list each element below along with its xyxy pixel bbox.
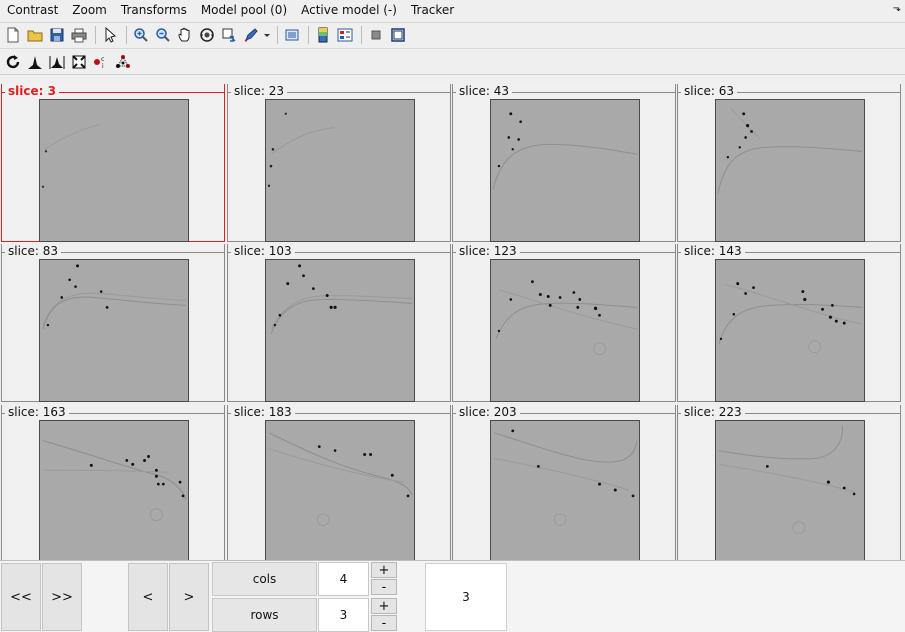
slice-cell[interactable]: slice: 83 <box>1 244 225 402</box>
histogram-range-icon[interactable] <box>47 52 67 72</box>
menu-contrast[interactable]: Contrast <box>0 0 65 21</box>
cols-label: cols <box>212 562 317 596</box>
secondary-toolbar: ci <box>0 48 905 75</box>
menu-zoom[interactable]: Zoom <box>65 0 114 21</box>
slice-label: slice: 123 <box>456 244 520 259</box>
fit-icon[interactable] <box>69 52 89 72</box>
pointer-icon[interactable] <box>100 25 120 45</box>
zoom-out-icon[interactable] <box>153 25 173 45</box>
menu-active-model[interactable]: Active model (-) <box>294 0 404 21</box>
slice-image[interactable] <box>265 420 415 563</box>
slice-cell[interactable]: slice: 3 <box>1 84 225 242</box>
rows-increment-button[interactable]: + <box>371 598 397 614</box>
navigation-panel: << >> < > cols 4 + - rows 3 + - 3 <box>0 560 905 632</box>
zoom-in-icon[interactable] <box>131 25 151 45</box>
current-slice-field[interactable]: 3 <box>425 563 507 631</box>
save-icon[interactable] <box>47 25 67 45</box>
pan-hand-icon[interactable] <box>175 25 195 45</box>
slice-image[interactable] <box>715 99 865 242</box>
panel-layout-icon[interactable] <box>335 25 355 45</box>
menu-model-pool[interactable]: Model pool (0) <box>194 0 294 21</box>
slice-cell[interactable]: slice: 43 <box>452 84 676 242</box>
rows-decrement-button[interactable]: - <box>371 615 397 631</box>
refresh-icon[interactable] <box>3 52 23 72</box>
last-page-button[interactable]: >> <box>42 563 82 631</box>
slice-label: slice: 23 <box>231 84 288 99</box>
toolbar-divider <box>308 26 309 44</box>
slice-image[interactable] <box>490 420 640 563</box>
slice-cell[interactable]: slice: 203 <box>452 405 676 563</box>
pen-tool-icon[interactable] <box>241 25 261 45</box>
slice-cell[interactable]: slice: 123 <box>452 244 676 402</box>
slice-cell[interactable]: slice: 23 <box>227 84 451 242</box>
slice-cell[interactable]: slice: 103 <box>227 244 451 402</box>
slice-label: slice: 163 <box>5 405 69 420</box>
snapshot-icon[interactable] <box>282 25 302 45</box>
slice-label: slice: 43 <box>456 84 513 99</box>
molecule-icon[interactable] <box>113 52 133 72</box>
slice-cell[interactable]: slice: 223 <box>677 405 901 563</box>
menu-bar: Contrast Zoom Transforms Model pool (0) … <box>0 0 905 21</box>
new-icon[interactable] <box>3 25 23 45</box>
slice-image[interactable] <box>490 259 640 402</box>
rows-input[interactable]: 3 <box>318 598 369 632</box>
print-icon[interactable] <box>69 25 89 45</box>
tool-dropdown-icon[interactable] <box>263 25 271 45</box>
slice-grid: slice: 3 slice: 23 slice: 43 slice: 63 s… <box>0 77 905 563</box>
color-bar-icon[interactable] <box>313 25 333 45</box>
toolbar-divider <box>361 26 362 44</box>
slice-cell[interactable]: slice: 163 <box>1 405 225 563</box>
slice-image[interactable] <box>490 99 640 242</box>
main-toolbar <box>0 22 905 47</box>
cols-decrement-button[interactable]: - <box>371 579 397 595</box>
toolbar-divider <box>277 26 278 44</box>
slice-image[interactable] <box>39 99 189 242</box>
slice-cell[interactable]: slice: 63 <box>677 84 901 242</box>
first-page-button[interactable]: << <box>1 563 41 631</box>
slice-label: slice: 63 <box>681 84 738 99</box>
add-marker-icon[interactable] <box>219 25 239 45</box>
toolbar-divider <box>126 26 127 44</box>
slice-label: slice: 143 <box>681 244 745 259</box>
frame-icon[interactable] <box>388 25 408 45</box>
rotate-view-icon[interactable] <box>197 25 217 45</box>
slice-label: slice: 223 <box>681 405 745 420</box>
slice-label: slice: 83 <box>5 244 62 259</box>
menu-transforms[interactable]: Transforms <box>114 0 194 21</box>
model-points-icon[interactable]: ci <box>91 52 111 72</box>
rows-label: rows <box>212 598 317 632</box>
slice-image[interactable] <box>715 259 865 402</box>
menu-tracker[interactable]: Tracker <box>404 0 461 21</box>
toolbar-divider <box>95 26 96 44</box>
open-icon[interactable] <box>25 25 45 45</box>
svg-text:c: c <box>101 56 104 63</box>
slice-image[interactable] <box>715 420 865 563</box>
slice-image[interactable] <box>39 259 189 402</box>
histogram-icon[interactable] <box>25 52 45 72</box>
slice-label: slice: 203 <box>456 405 520 420</box>
next-slice-button[interactable]: > <box>169 563 209 631</box>
slice-label: slice: 183 <box>231 405 295 420</box>
slice-image[interactable] <box>265 99 415 242</box>
slice-cell[interactable]: slice: 143 <box>677 244 901 402</box>
cols-increment-button[interactable]: + <box>371 562 397 578</box>
prev-slice-button[interactable]: < <box>128 563 168 631</box>
menu-corner-icon[interactable]: ⬎ <box>893 3 901 14</box>
slice-label: slice: 103 <box>231 244 295 259</box>
cols-input[interactable]: 4 <box>318 562 369 596</box>
slice-image[interactable] <box>39 420 189 563</box>
svg-text:i: i <box>102 63 104 70</box>
slice-image[interactable] <box>265 259 415 402</box>
slice-cell[interactable]: slice: 183 <box>227 405 451 563</box>
slice-label: slice: 3 <box>5 84 59 99</box>
square-icon[interactable] <box>366 25 386 45</box>
